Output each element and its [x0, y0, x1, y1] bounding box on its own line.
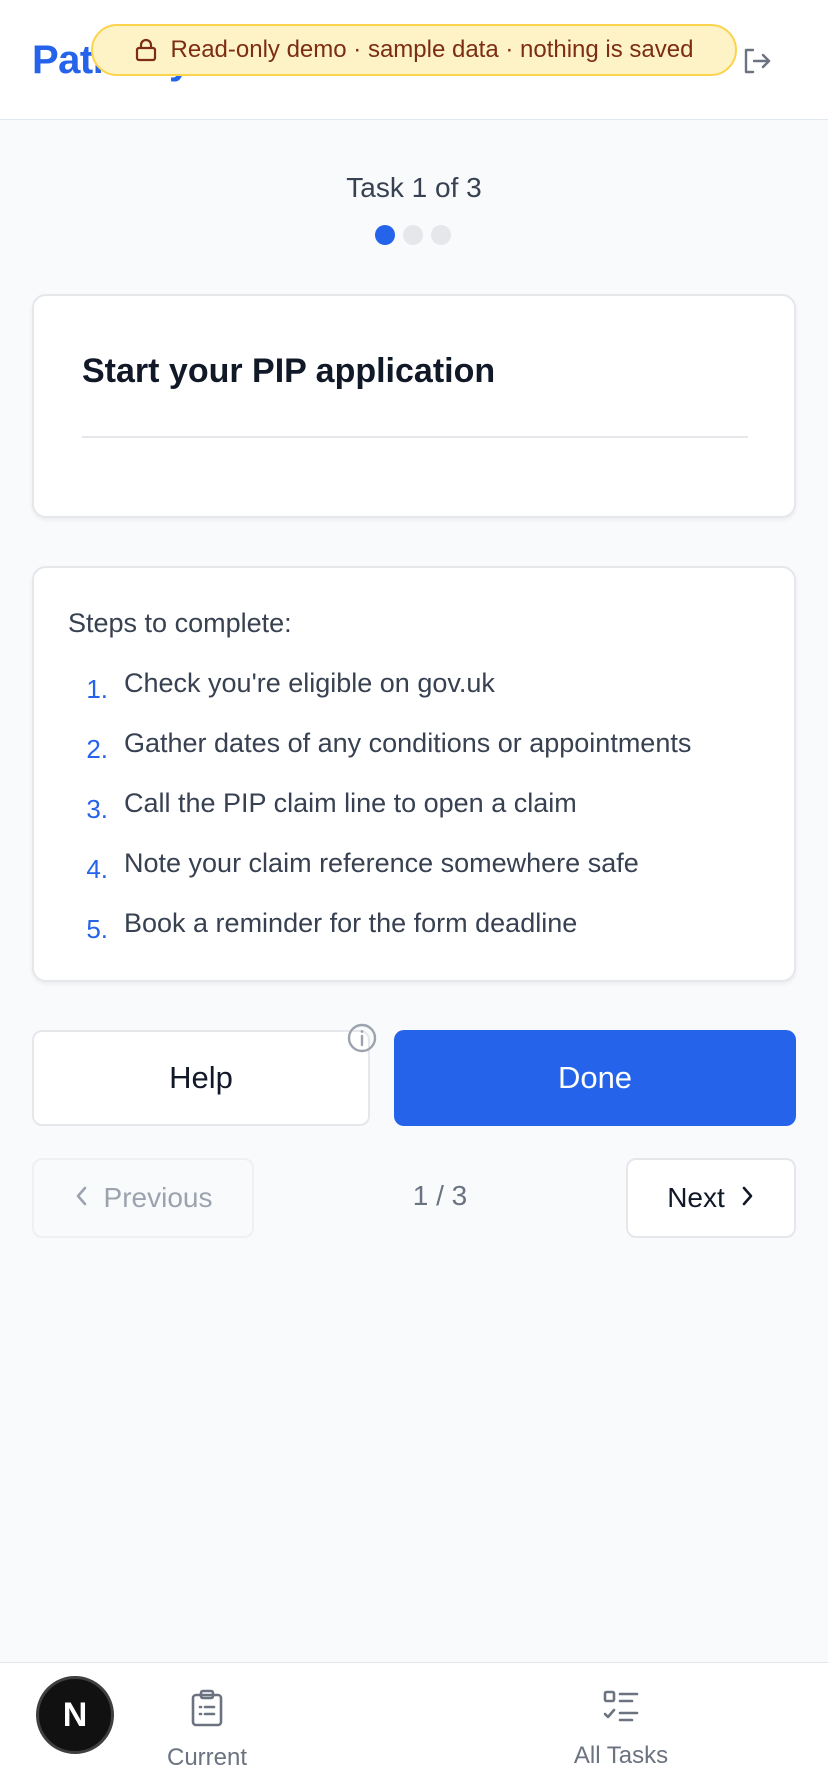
step-number: 1. — [86, 674, 108, 704]
steps-list: 1. Check you're eligible on gov.uk 2. Gath… — [68, 668, 691, 968]
steps-heading: Steps to complete: — [68, 608, 292, 638]
chevron-right-icon — [741, 1182, 755, 1214]
step-text: Call the PIP claim line to open a claim — [124, 788, 577, 818]
demo-banner-text: Read-only demo · sample data · nothing i… — [170, 36, 694, 63]
nav-all-tasks-label: All Tasks — [573, 1742, 669, 1769]
step-number: 4. — [86, 854, 108, 884]
step-text: Note your claim reference somewhere safe — [124, 848, 639, 878]
step-text: Gather dates of any conditions or appoin… — [124, 728, 692, 758]
previous-button[interactable]: Previous — [32, 1158, 254, 1238]
step-item: 4. Note your claim reference somewhere sa… — [68, 848, 691, 908]
done-button[interactable]: Done — [394, 1030, 796, 1126]
app-header: Pathway Read-only demo · sample data · n… — [0, 0, 828, 120]
task-title: Start your PIP application — [82, 352, 496, 390]
step-item: 1. Check you're eligible on gov.uk — [68, 668, 691, 728]
steps-card: Steps to complete: 1. Check you're eligib… — [32, 566, 796, 982]
progress-dot-1 — [375, 225, 395, 245]
help-button[interactable]: Help — [32, 1030, 370, 1126]
progress-dots — [375, 225, 451, 245]
logout-icon[interactable] — [740, 44, 774, 78]
step-text: Book a reminder for the form deadline — [124, 908, 578, 938]
step-text: Check you're eligible on gov.uk — [124, 668, 495, 698]
step-number: 5. — [86, 914, 108, 944]
step-item: 5. Book a reminder for the form deadline — [68, 908, 691, 968]
demo-banner: Read-only demo · sample data · nothing i… — [91, 24, 737, 76]
step-item: 3. Call the PIP claim line to open a clai… — [68, 788, 691, 848]
step-number: 3. — [86, 794, 108, 824]
lock-icon — [135, 37, 159, 63]
step-number: 2. — [86, 734, 108, 764]
divider — [82, 436, 748, 438]
info-icon[interactable] — [346, 1022, 378, 1054]
chevron-left-icon — [74, 1182, 88, 1214]
page-indicator: 1 / 3 — [412, 1180, 468, 1211]
progress-dot-2 — [403, 225, 423, 245]
nav-current-label: Current — [166, 1744, 248, 1771]
step-item: 2. Gather dates of any conditions or appo… — [68, 728, 691, 788]
task-title-card: Start your PIP application — [32, 294, 796, 518]
clipboard-icon — [190, 1689, 224, 1734]
nav-all-tasks[interactable]: All Tasks — [521, 1689, 721, 1770]
task-counter: Task 1 of 3 — [346, 172, 482, 203]
next-button[interactable]: Next — [626, 1158, 796, 1238]
bottom-nav: Current All Tasks — [0, 1662, 828, 1792]
task-list-icon — [602, 1689, 640, 1732]
progress-dot-3 — [431, 225, 451, 245]
devtools-badge[interactable]: N — [36, 1676, 114, 1754]
previous-label: Previous — [103, 1182, 213, 1213]
next-label: Next — [667, 1182, 725, 1213]
nav-current[interactable]: Current — [107, 1689, 307, 1772]
